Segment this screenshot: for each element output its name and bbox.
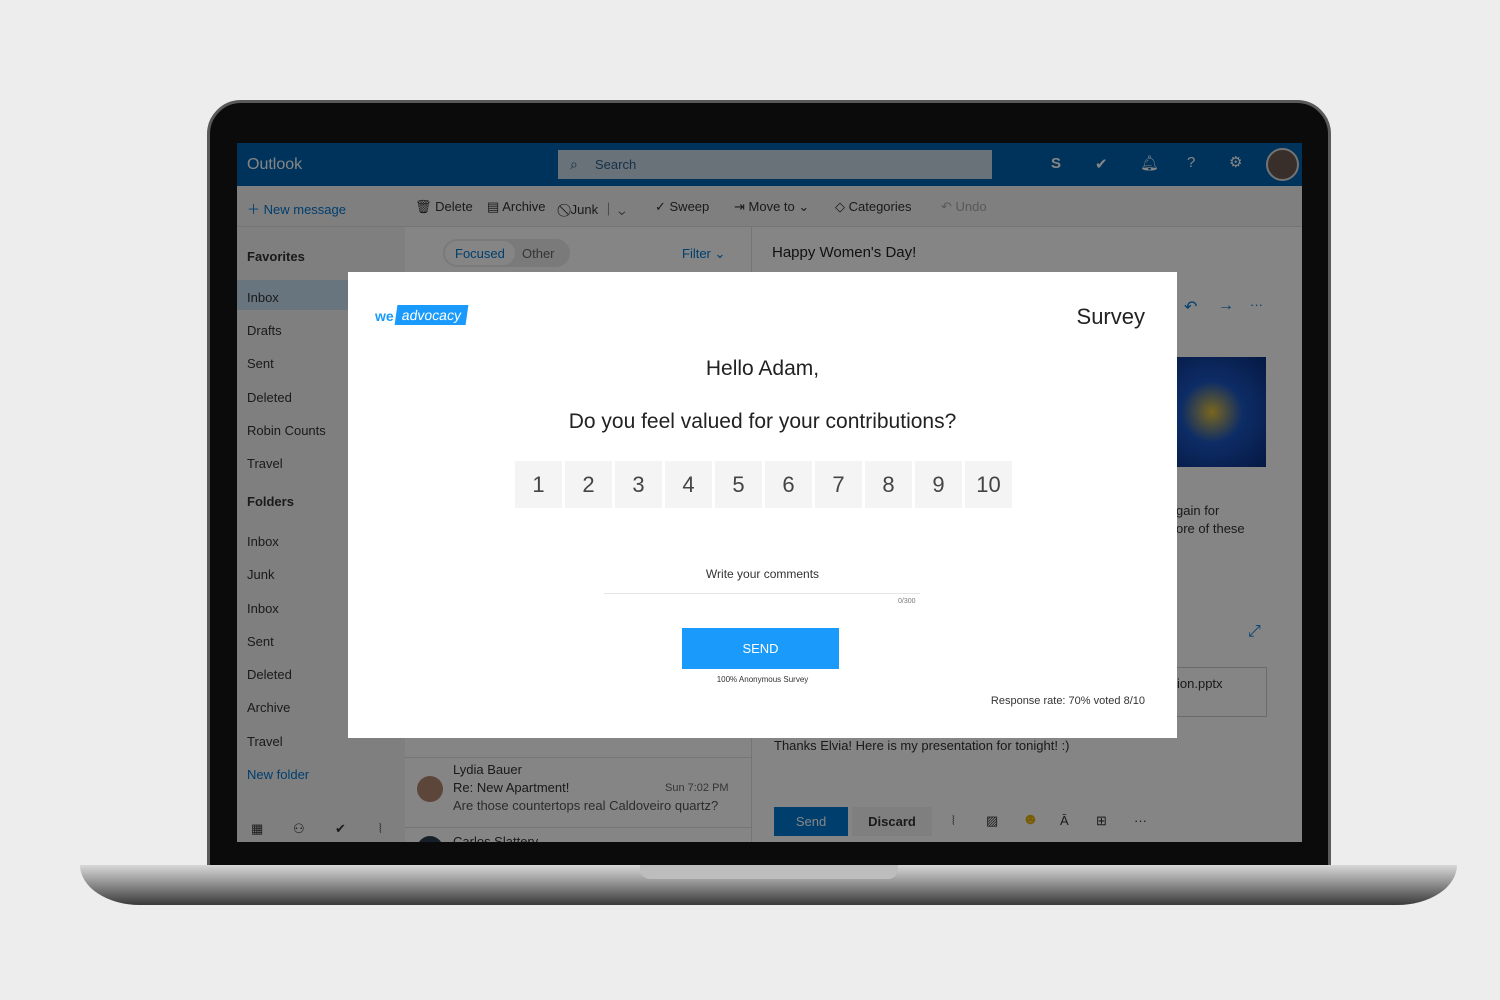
- rating-option-10[interactable]: 10: [965, 461, 1012, 508]
- rating-option-9[interactable]: 9: [915, 461, 962, 508]
- comment-underline: [604, 593, 920, 594]
- survey-question: Do you feel valued for your contribution…: [568, 410, 957, 433]
- rating-option-5[interactable]: 5: [715, 461, 762, 508]
- rating-option-4[interactable]: 4: [665, 461, 712, 508]
- rating-option-2[interactable]: 2: [565, 461, 612, 508]
- char-counter: 0/300: [898, 598, 916, 605]
- greeting: Hello Adam,: [705, 357, 820, 380]
- survey-modal: we advocacy Survey Hello Adam, Do you fee…: [348, 272, 1177, 738]
- anonymous-note: 100% Anonymous Survey: [716, 675, 809, 684]
- survey-title: Survey: [1076, 304, 1145, 329]
- comment-input[interactable]: Write your comments: [348, 567, 1177, 581]
- laptop-notch: [640, 865, 898, 879]
- rating-option-1[interactable]: 1: [515, 461, 562, 508]
- response-rate: Response rate: 70% voted 8/10: [990, 695, 1145, 707]
- rating-option-6[interactable]: 6: [765, 461, 812, 508]
- rating-option-7[interactable]: 7: [815, 461, 862, 508]
- rating-option-3[interactable]: 3: [615, 461, 662, 508]
- weadvocacy-logo: we advocacy: [375, 305, 469, 327]
- survey-send-button[interactable]: SEND: [682, 628, 839, 669]
- rating-option-8[interactable]: 8: [865, 461, 912, 508]
